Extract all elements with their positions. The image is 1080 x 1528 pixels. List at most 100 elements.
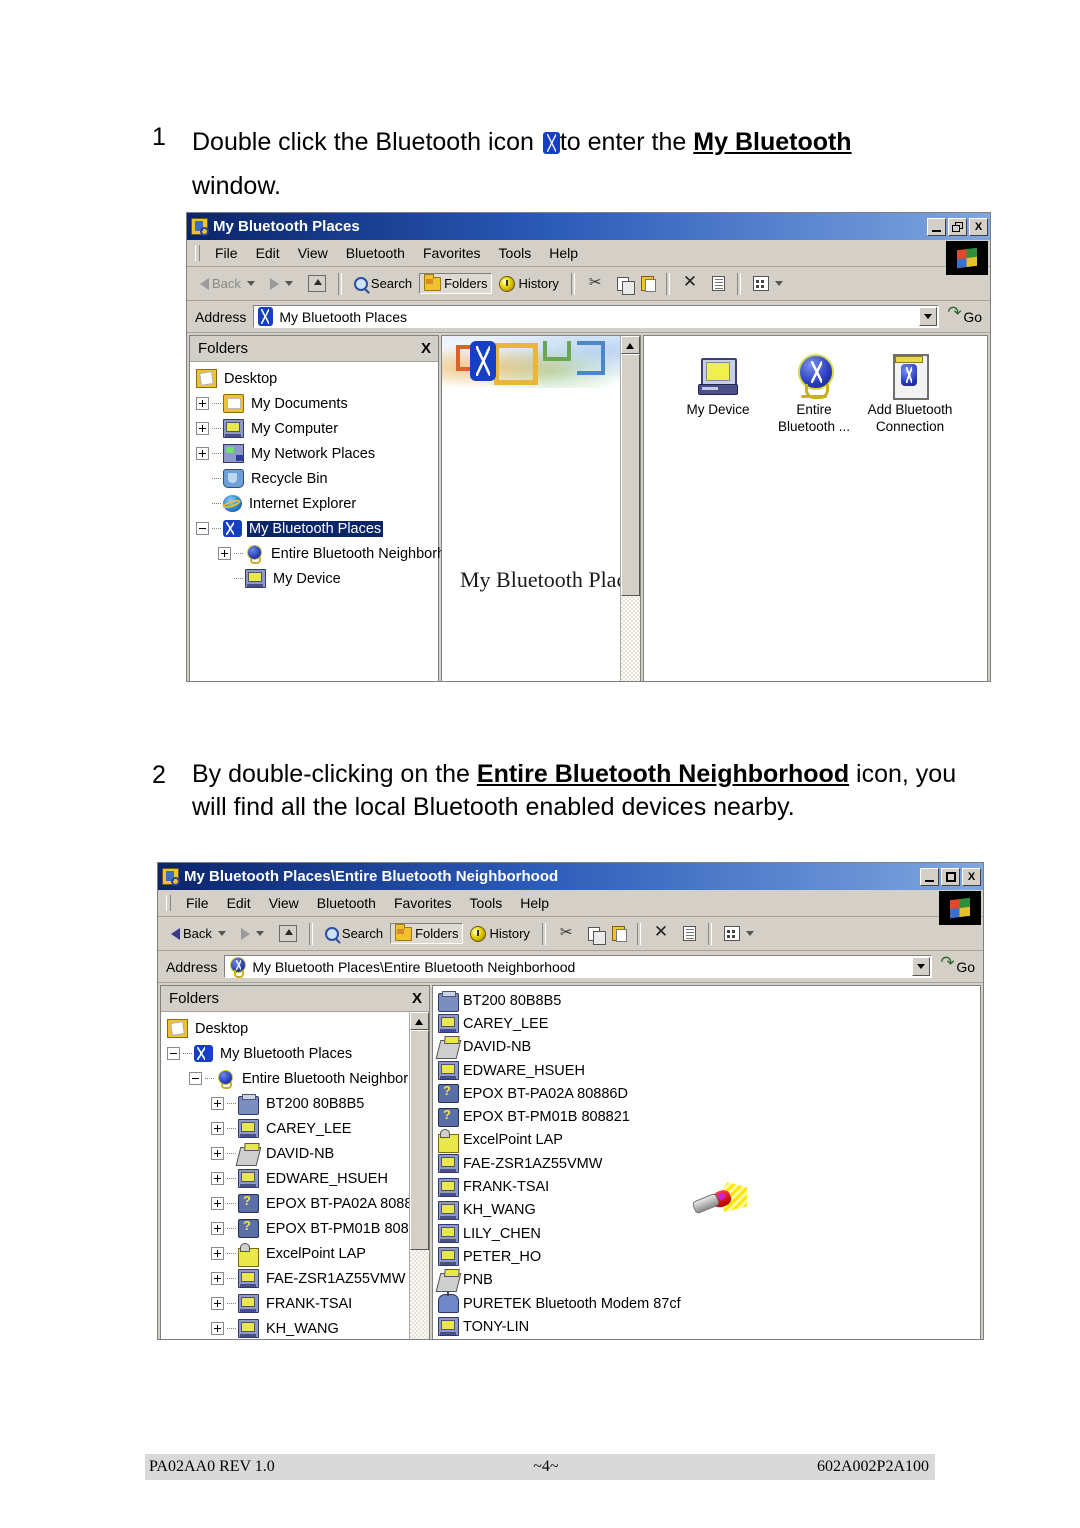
back-dropdown-icon[interactable] (217, 931, 226, 936)
list-item[interactable]: PETER_HO (438, 1245, 980, 1268)
window2-folder-tree[interactable]: Desktop My Bluetooth Places Entire Bluet… (161, 1012, 429, 1339)
cut-button[interactable] (553, 922, 581, 945)
expand-icon[interactable] (211, 1272, 224, 1285)
list-item[interactable]: PNB (435, 1269, 980, 1293)
list-item[interactable]: EPOX BT-PM01B 808821 (438, 1105, 980, 1128)
expand-icon[interactable] (211, 1322, 224, 1335)
expand-icon[interactable] (196, 422, 209, 435)
minimize-button[interactable] (920, 867, 939, 886)
minimize-button[interactable] (927, 217, 946, 236)
search-button[interactable]: Search (349, 273, 417, 294)
up-button[interactable] (303, 272, 331, 295)
maximize-button[interactable] (941, 867, 960, 886)
menubar-grip[interactable] (166, 895, 171, 911)
menu-file[interactable]: File (177, 893, 218, 913)
close-button[interactable]: X (962, 867, 981, 886)
expand-icon[interactable] (211, 1197, 224, 1210)
address-dropdown-icon[interactable] (912, 957, 931, 976)
expand-icon[interactable] (211, 1297, 224, 1310)
list-item[interactable]: PURETEK Bluetooth Modem 87cf (438, 1291, 980, 1315)
address-dropdown-icon[interactable] (919, 307, 938, 326)
list-item[interactable]: EPOX BT-PA02A 80886D (438, 1082, 980, 1105)
list-item[interactable]: EDWARE_HSUEH (438, 1059, 980, 1082)
window1-folder-tree[interactable]: Desktop My Documents My Computer My Netw… (190, 362, 469, 591)
list-item[interactable]: FAE-ZSR1AZ55VMW (438, 1152, 980, 1175)
tree-item-recycle-bin[interactable]: Recycle Bin (196, 466, 438, 491)
tree-item-device[interactable]: EPOX BT-PM01B 8088 (167, 1216, 417, 1241)
tree-item-device[interactable]: EPOX BT-PA02A 8088 (167, 1191, 412, 1216)
go-button[interactable]: Go (936, 953, 979, 975)
preview-scrollbar[interactable] (620, 336, 640, 681)
expand-icon[interactable] (211, 1247, 224, 1260)
window1-toolbar[interactable]: Back Search Folders History (187, 267, 990, 301)
scroll-up-icon[interactable] (621, 336, 640, 354)
window2-titlebar[interactable]: My Bluetooth Places\Entire Bluetooth Nei… (158, 863, 983, 890)
tree-item-device[interactable]: FRANK-TSAI (167, 1291, 407, 1316)
search-button[interactable]: Search (320, 923, 388, 944)
window2-folders-pane[interactable]: Folders X Desktop My Bluetooth Places En… (160, 985, 430, 1339)
folders-button[interactable]: Folders (390, 923, 464, 944)
menu-favorites[interactable]: Favorites (385, 893, 461, 913)
back-button[interactable]: Back (166, 923, 234, 944)
expand-icon[interactable] (211, 1122, 224, 1135)
window-entire-bluetooth-neighborhood[interactable]: My Bluetooth Places\Entire Bluetooth Nei… (157, 862, 984, 1340)
cut-button[interactable] (582, 272, 610, 295)
tree-item-my-device[interactable]: My Device (196, 566, 438, 591)
address-input[interactable]: My Bluetooth Places\Entire Bluetooth Nei… (224, 955, 933, 978)
expand-icon[interactable] (211, 1147, 224, 1160)
window1-icon-view[interactable]: My Device Entire Bluetooth ... Add Bluet… (643, 335, 988, 681)
window2-device-list[interactable]: BT200 80B8B5 CAREY_LEE DAVID-NB EDWARE_H… (432, 985, 981, 1339)
forward-button[interactable] (265, 275, 301, 293)
tree-item-my-computer[interactable]: My Computer (196, 416, 438, 441)
close-icon[interactable]: X (412, 990, 422, 1007)
properties-button[interactable] (707, 273, 730, 294)
window-my-bluetooth-places[interactable]: My Bluetooth Places X File Edit View Blu… (186, 212, 991, 682)
tree-item-device[interactable]: DAVID-NB (167, 1141, 407, 1166)
menu-tools[interactable]: Tools (490, 243, 541, 263)
history-button[interactable]: History (494, 273, 563, 295)
restore-button[interactable] (948, 217, 967, 236)
window2-controls[interactable]: X (920, 867, 981, 886)
list-item[interactable]: TONY-LIN (438, 1315, 980, 1338)
list-item[interactable]: LILY_CHEN (438, 1222, 980, 1245)
expand-icon[interactable] (218, 547, 231, 560)
up-button[interactable] (274, 922, 302, 945)
menu-view[interactable]: View (260, 893, 308, 913)
menu-bluetooth[interactable]: Bluetooth (337, 243, 414, 263)
list-item[interactable]: DAVID-NB (435, 1036, 980, 1060)
copy-button[interactable] (612, 274, 635, 295)
scroll-thumb[interactable] (410, 1030, 429, 1250)
expand-icon[interactable] (211, 1097, 224, 1110)
window2-addressbar[interactable]: Address My Bluetooth Places\Entire Bluet… (158, 951, 983, 983)
icon-item-add-bluetooth-connection[interactable]: Add Bluetooth Connection (862, 348, 958, 681)
back-dropdown-icon[interactable] (246, 281, 255, 286)
history-button[interactable]: History (465, 923, 534, 945)
views-dropdown-icon[interactable] (745, 931, 754, 936)
paste-button[interactable] (636, 273, 659, 294)
scroll-track[interactable] (410, 1250, 429, 1339)
menu-help[interactable]: Help (511, 893, 558, 913)
menu-edit[interactable]: Edit (247, 243, 289, 263)
collapse-icon[interactable] (167, 1047, 180, 1060)
expand-icon[interactable] (211, 1222, 224, 1235)
views-dropdown-icon[interactable] (774, 281, 783, 286)
views-button[interactable] (748, 273, 791, 294)
menubar-grip[interactable] (195, 245, 200, 261)
tree-item-device[interactable]: CAREY_LEE (167, 1116, 407, 1141)
copy-button[interactable] (583, 924, 606, 945)
collapse-icon[interactable] (189, 1072, 202, 1085)
window2-menubar[interactable]: File Edit View Bluetooth Favorites Tools… (158, 890, 983, 925)
list-item[interactable]: BT200 80B8B5 (438, 989, 980, 1012)
tree-item-device[interactable]: ExcelPoint LAP (167, 1241, 407, 1267)
paste-button[interactable] (607, 923, 630, 944)
tree-item-device[interactable]: KH_WANG (167, 1316, 407, 1339)
window2-toolbar[interactable]: Back Search Folders History (158, 917, 983, 951)
address-input[interactable]: My Bluetooth Places (253, 305, 940, 328)
forward-dropdown-icon[interactable] (255, 931, 264, 936)
tree-item-entire-bluetooth-neighborhood[interactable]: Entire Bluetooth Neighbor (167, 1066, 408, 1091)
expand-icon[interactable] (196, 447, 209, 460)
expand-icon[interactable] (211, 1172, 224, 1185)
tree-item-my-documents[interactable]: My Documents (196, 391, 438, 416)
tree-item-entire-bluetooth-neighborhood[interactable]: Entire Bluetooth Neighborhood (196, 541, 469, 566)
views-button[interactable] (719, 923, 762, 944)
